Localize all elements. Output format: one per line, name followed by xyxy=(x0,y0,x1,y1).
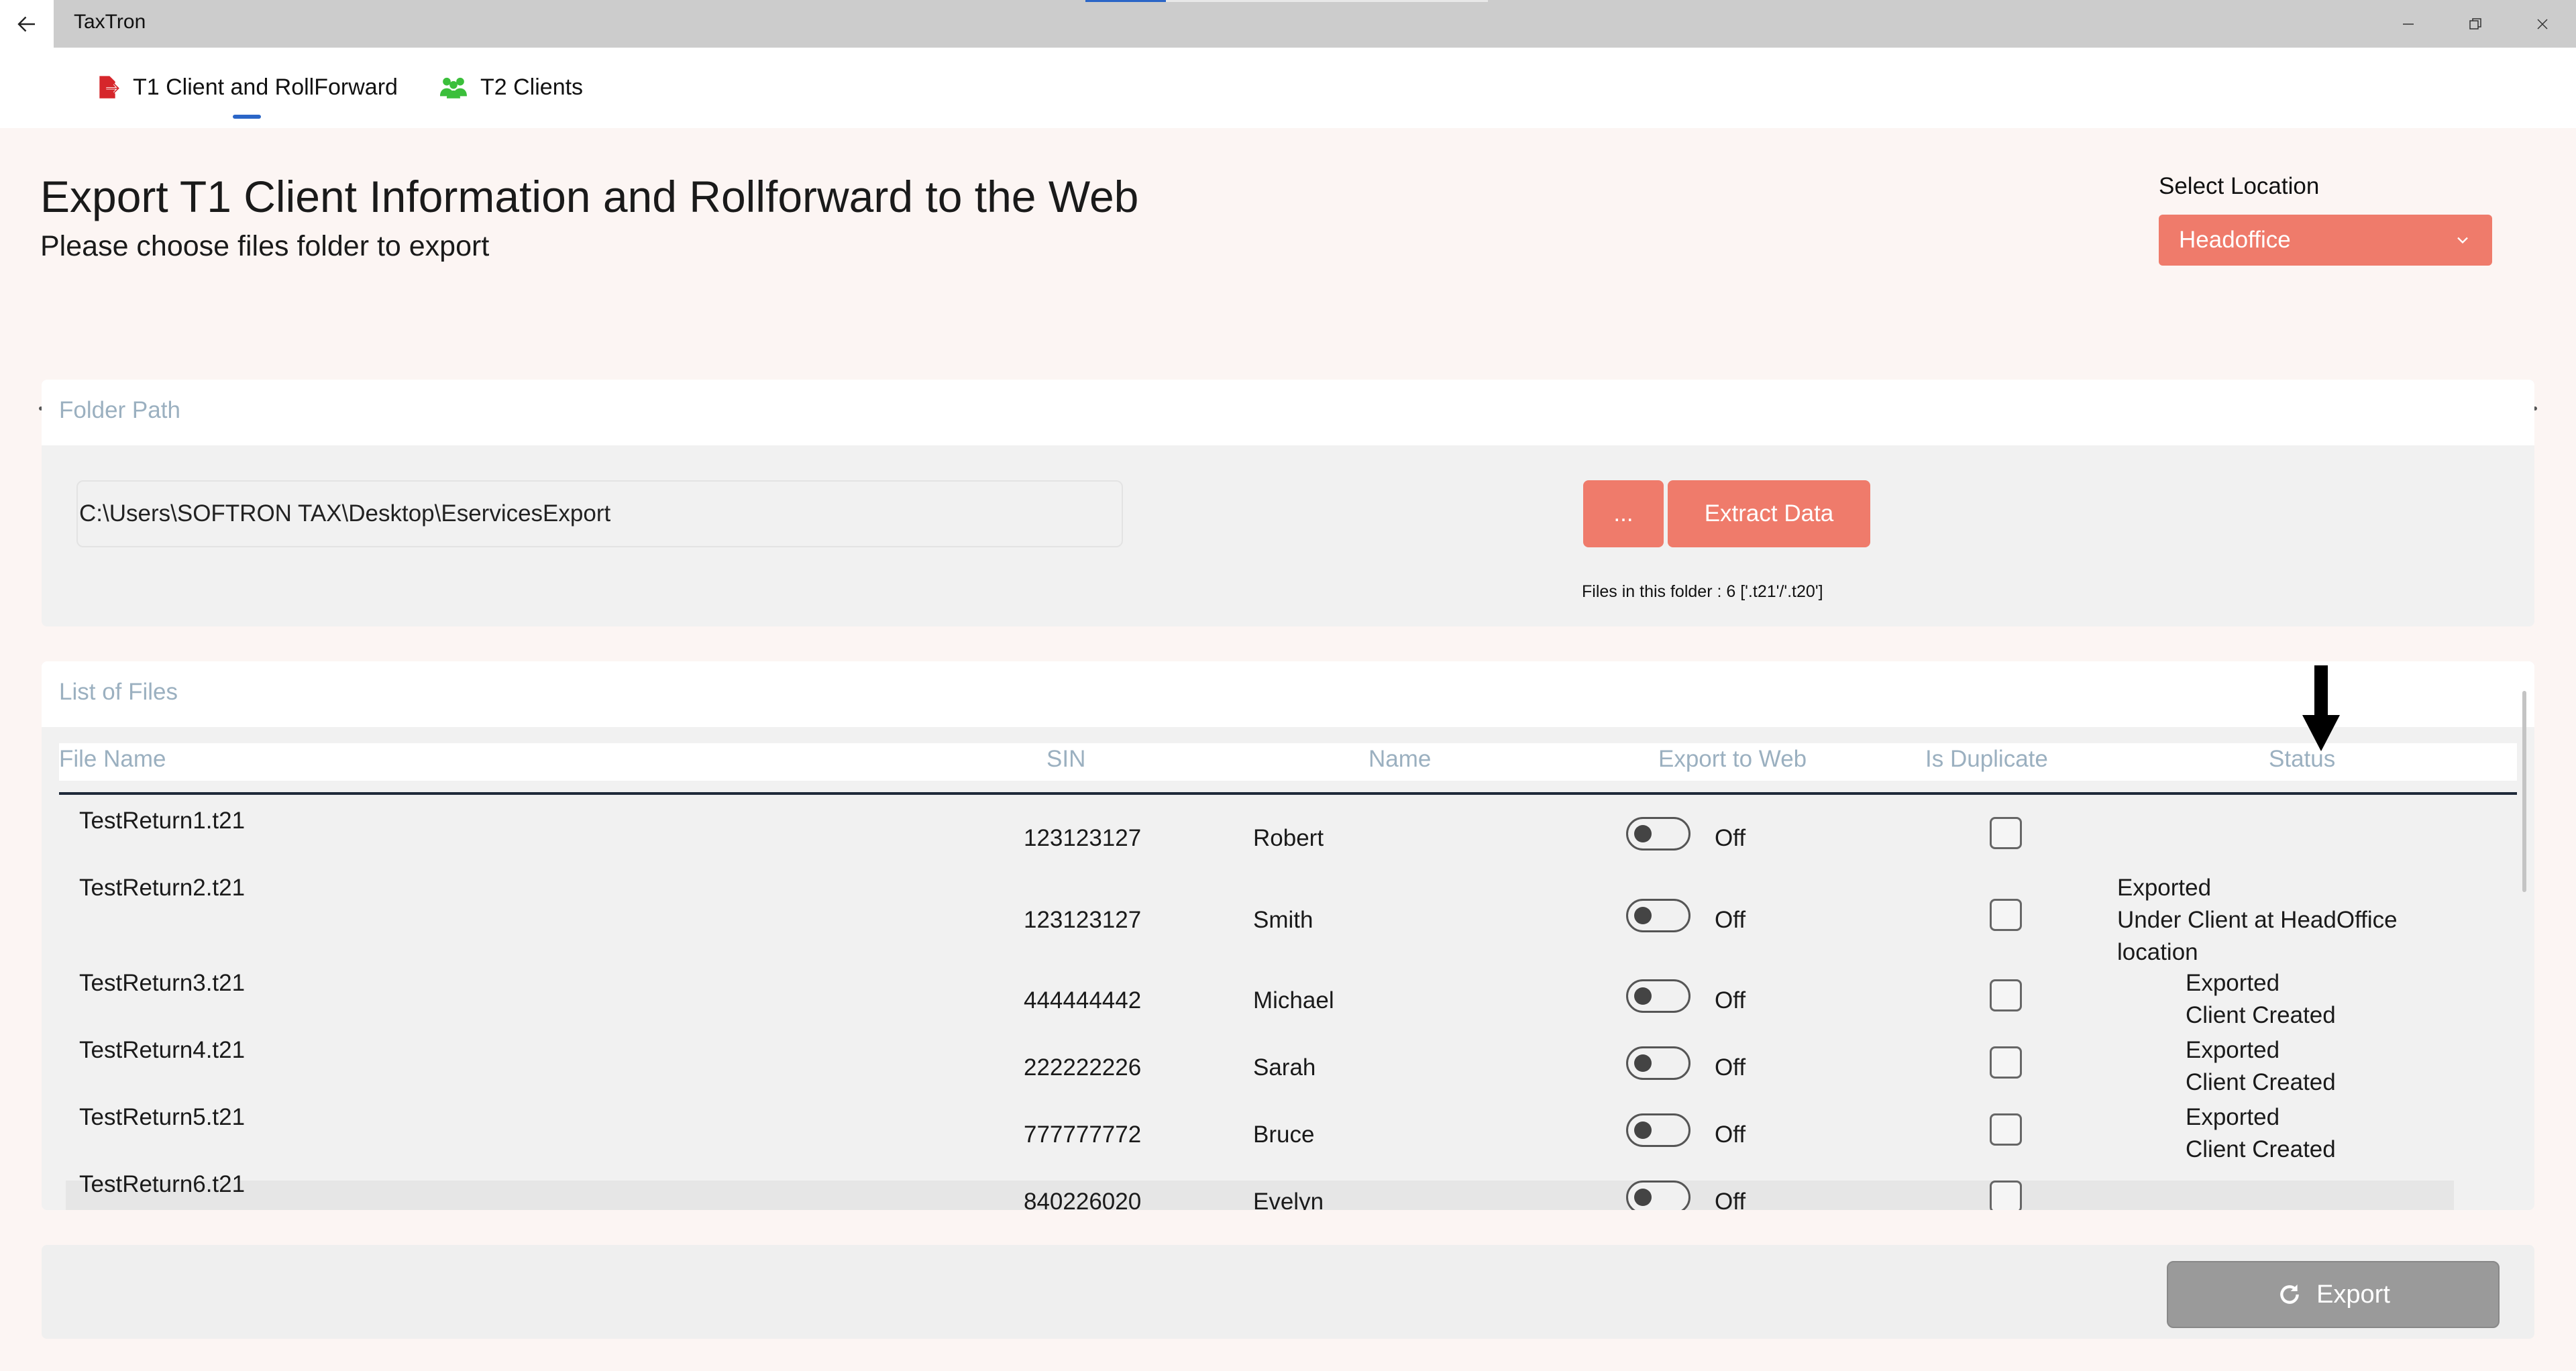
back-arrow-icon xyxy=(17,16,35,32)
page-subtitle: Please choose files folder to export xyxy=(40,230,490,262)
close-icon xyxy=(2537,18,2548,30)
column-header-file-name[interactable]: File Name xyxy=(59,746,166,773)
restore-icon xyxy=(2469,17,2481,30)
status-line: Exported xyxy=(2117,875,2212,901)
people-group-icon xyxy=(440,77,467,99)
folder-path-title: Folder Path xyxy=(59,397,180,423)
footer-bar xyxy=(42,1245,2534,1339)
duplicate-checkbox[interactable] xyxy=(1990,979,2022,1011)
column-header-export-to-web[interactable]: Export to Web xyxy=(1658,746,1807,773)
selected-tab-indicator xyxy=(233,115,261,119)
export-toggle[interactable] xyxy=(1626,1113,1690,1147)
column-header-is-duplicate[interactable]: Is Duplicate xyxy=(1925,746,2048,773)
export-toggle[interactable] xyxy=(1626,899,1690,932)
location-dropdown[interactable]: Headoffice xyxy=(2159,215,2492,266)
loading-progress-indicator xyxy=(1085,0,1166,2)
restore-button[interactable] xyxy=(2442,0,2509,48)
export-toggle-label: Off xyxy=(1715,1054,1746,1081)
tab-t2-clients-label: T2 Clients xyxy=(480,74,584,100)
status-line: Exported xyxy=(2186,1104,2280,1130)
chevron-down-icon xyxy=(2457,237,2468,244)
export-toggle[interactable] xyxy=(1626,979,1690,1013)
folder-path-input[interactable] xyxy=(76,480,1123,547)
tab-t2-clients[interactable]: T2 Clients xyxy=(439,72,583,102)
export-toggle-label: Off xyxy=(1715,1189,1746,1210)
duplicate-checkbox[interactable] xyxy=(1990,1181,2022,1210)
location-label: Select Location xyxy=(2159,173,2320,199)
export-button-label: Export xyxy=(2316,1280,2390,1309)
name-cell: Evelyn xyxy=(1253,1189,1324,1210)
down-arrow-annotation-icon xyxy=(2302,665,2340,751)
page-title: Export T1 Client Information and Rollfor… xyxy=(40,172,1139,221)
export-toggle-label: Off xyxy=(1715,825,1746,851)
app-title: TaxTron xyxy=(74,11,146,33)
export-toggle[interactable] xyxy=(1626,1046,1690,1080)
name-cell: Bruce xyxy=(1253,1121,1315,1148)
file-name-cell: TestReturn3.t21 xyxy=(79,970,246,996)
status-line: location xyxy=(2117,939,2198,965)
export-button[interactable]: Export xyxy=(2167,1261,2500,1328)
file-name-cell: TestReturn2.t21 xyxy=(79,875,246,901)
sin-cell: 222222226 xyxy=(1024,1054,1142,1081)
sin-cell: 444444442 xyxy=(1024,987,1142,1013)
status-line: Under Client at HeadOffice xyxy=(2117,907,2398,933)
back-button[interactable] xyxy=(0,0,54,48)
column-header-sin[interactable]: SIN xyxy=(1046,746,1085,773)
tab-t1-client[interactable]: T1 Client and RollForward xyxy=(94,72,398,102)
sin-cell: 123123127 xyxy=(1024,825,1142,851)
name-cell: Sarah xyxy=(1253,1054,1316,1081)
file-name-cell: TestReturn4.t21 xyxy=(79,1037,246,1063)
status-line: Client Created xyxy=(2186,1002,2336,1028)
sin-cell: 123123127 xyxy=(1024,907,1142,933)
export-toggle[interactable] xyxy=(1626,817,1690,851)
refresh-icon xyxy=(2280,1284,2299,1304)
duplicate-checkbox[interactable] xyxy=(1990,1113,2022,1146)
close-window-button[interactable] xyxy=(2509,0,2576,48)
file-name-cell: TestReturn1.t21 xyxy=(79,808,246,834)
file-list-header xyxy=(42,661,2534,727)
name-cell: Robert xyxy=(1253,825,1324,851)
status-line: Exported xyxy=(2186,970,2280,996)
status-line: Client Created xyxy=(2186,1136,2336,1162)
name-cell: Smith xyxy=(1253,907,1313,933)
export-toggle-label: Off xyxy=(1715,907,1746,933)
title-bar xyxy=(0,0,2576,48)
export-toggle-label: Off xyxy=(1715,987,1746,1013)
header-divider xyxy=(59,792,2517,795)
duplicate-checkbox[interactable] xyxy=(1990,1046,2022,1079)
sin-cell: 777777772 xyxy=(1024,1121,1142,1148)
column-header-row xyxy=(59,743,2517,781)
files-count-text: Files in this folder : 6 ['.t21'/'.t20'] xyxy=(1582,582,1823,601)
folder-path-panel: Folder Path ... Extract Data Files in th… xyxy=(42,380,2534,626)
tab-t1-client-label: T1 Client and RollForward xyxy=(133,74,398,100)
status-line: Exported xyxy=(2186,1037,2280,1063)
export-toggle-label: Off xyxy=(1715,1121,1746,1148)
file-name-cell: TestReturn5.t21 xyxy=(79,1104,246,1130)
file-list-title: List of Files xyxy=(59,679,178,705)
export-toggle[interactable] xyxy=(1626,1181,1690,1210)
name-cell: Michael xyxy=(1253,987,1334,1013)
scrollbar[interactable] xyxy=(2522,691,2526,892)
browse-folder-button[interactable]: ... xyxy=(1583,480,1664,547)
duplicate-checkbox[interactable] xyxy=(1990,899,2022,931)
location-selected-value: Headoffice xyxy=(2179,227,2291,253)
extract-data-button[interactable]: Extract Data xyxy=(1668,480,1870,547)
file-name-cell: TestReturn6.t21 xyxy=(79,1171,246,1197)
loading-progress-track xyxy=(1166,0,1488,2)
minimize-icon xyxy=(2403,23,2414,25)
duplicate-checkbox[interactable] xyxy=(1990,817,2022,849)
minimize-button[interactable] xyxy=(2375,0,2442,48)
file-list-panel: List of Files File Name SIN Name Export … xyxy=(42,661,2534,1210)
sin-cell: 840226020 xyxy=(1024,1189,1142,1210)
folder-path-header xyxy=(42,380,2534,445)
status-line: Client Created xyxy=(2186,1069,2336,1095)
document-export-icon xyxy=(99,76,121,99)
column-header-name[interactable]: Name xyxy=(1368,746,1431,773)
